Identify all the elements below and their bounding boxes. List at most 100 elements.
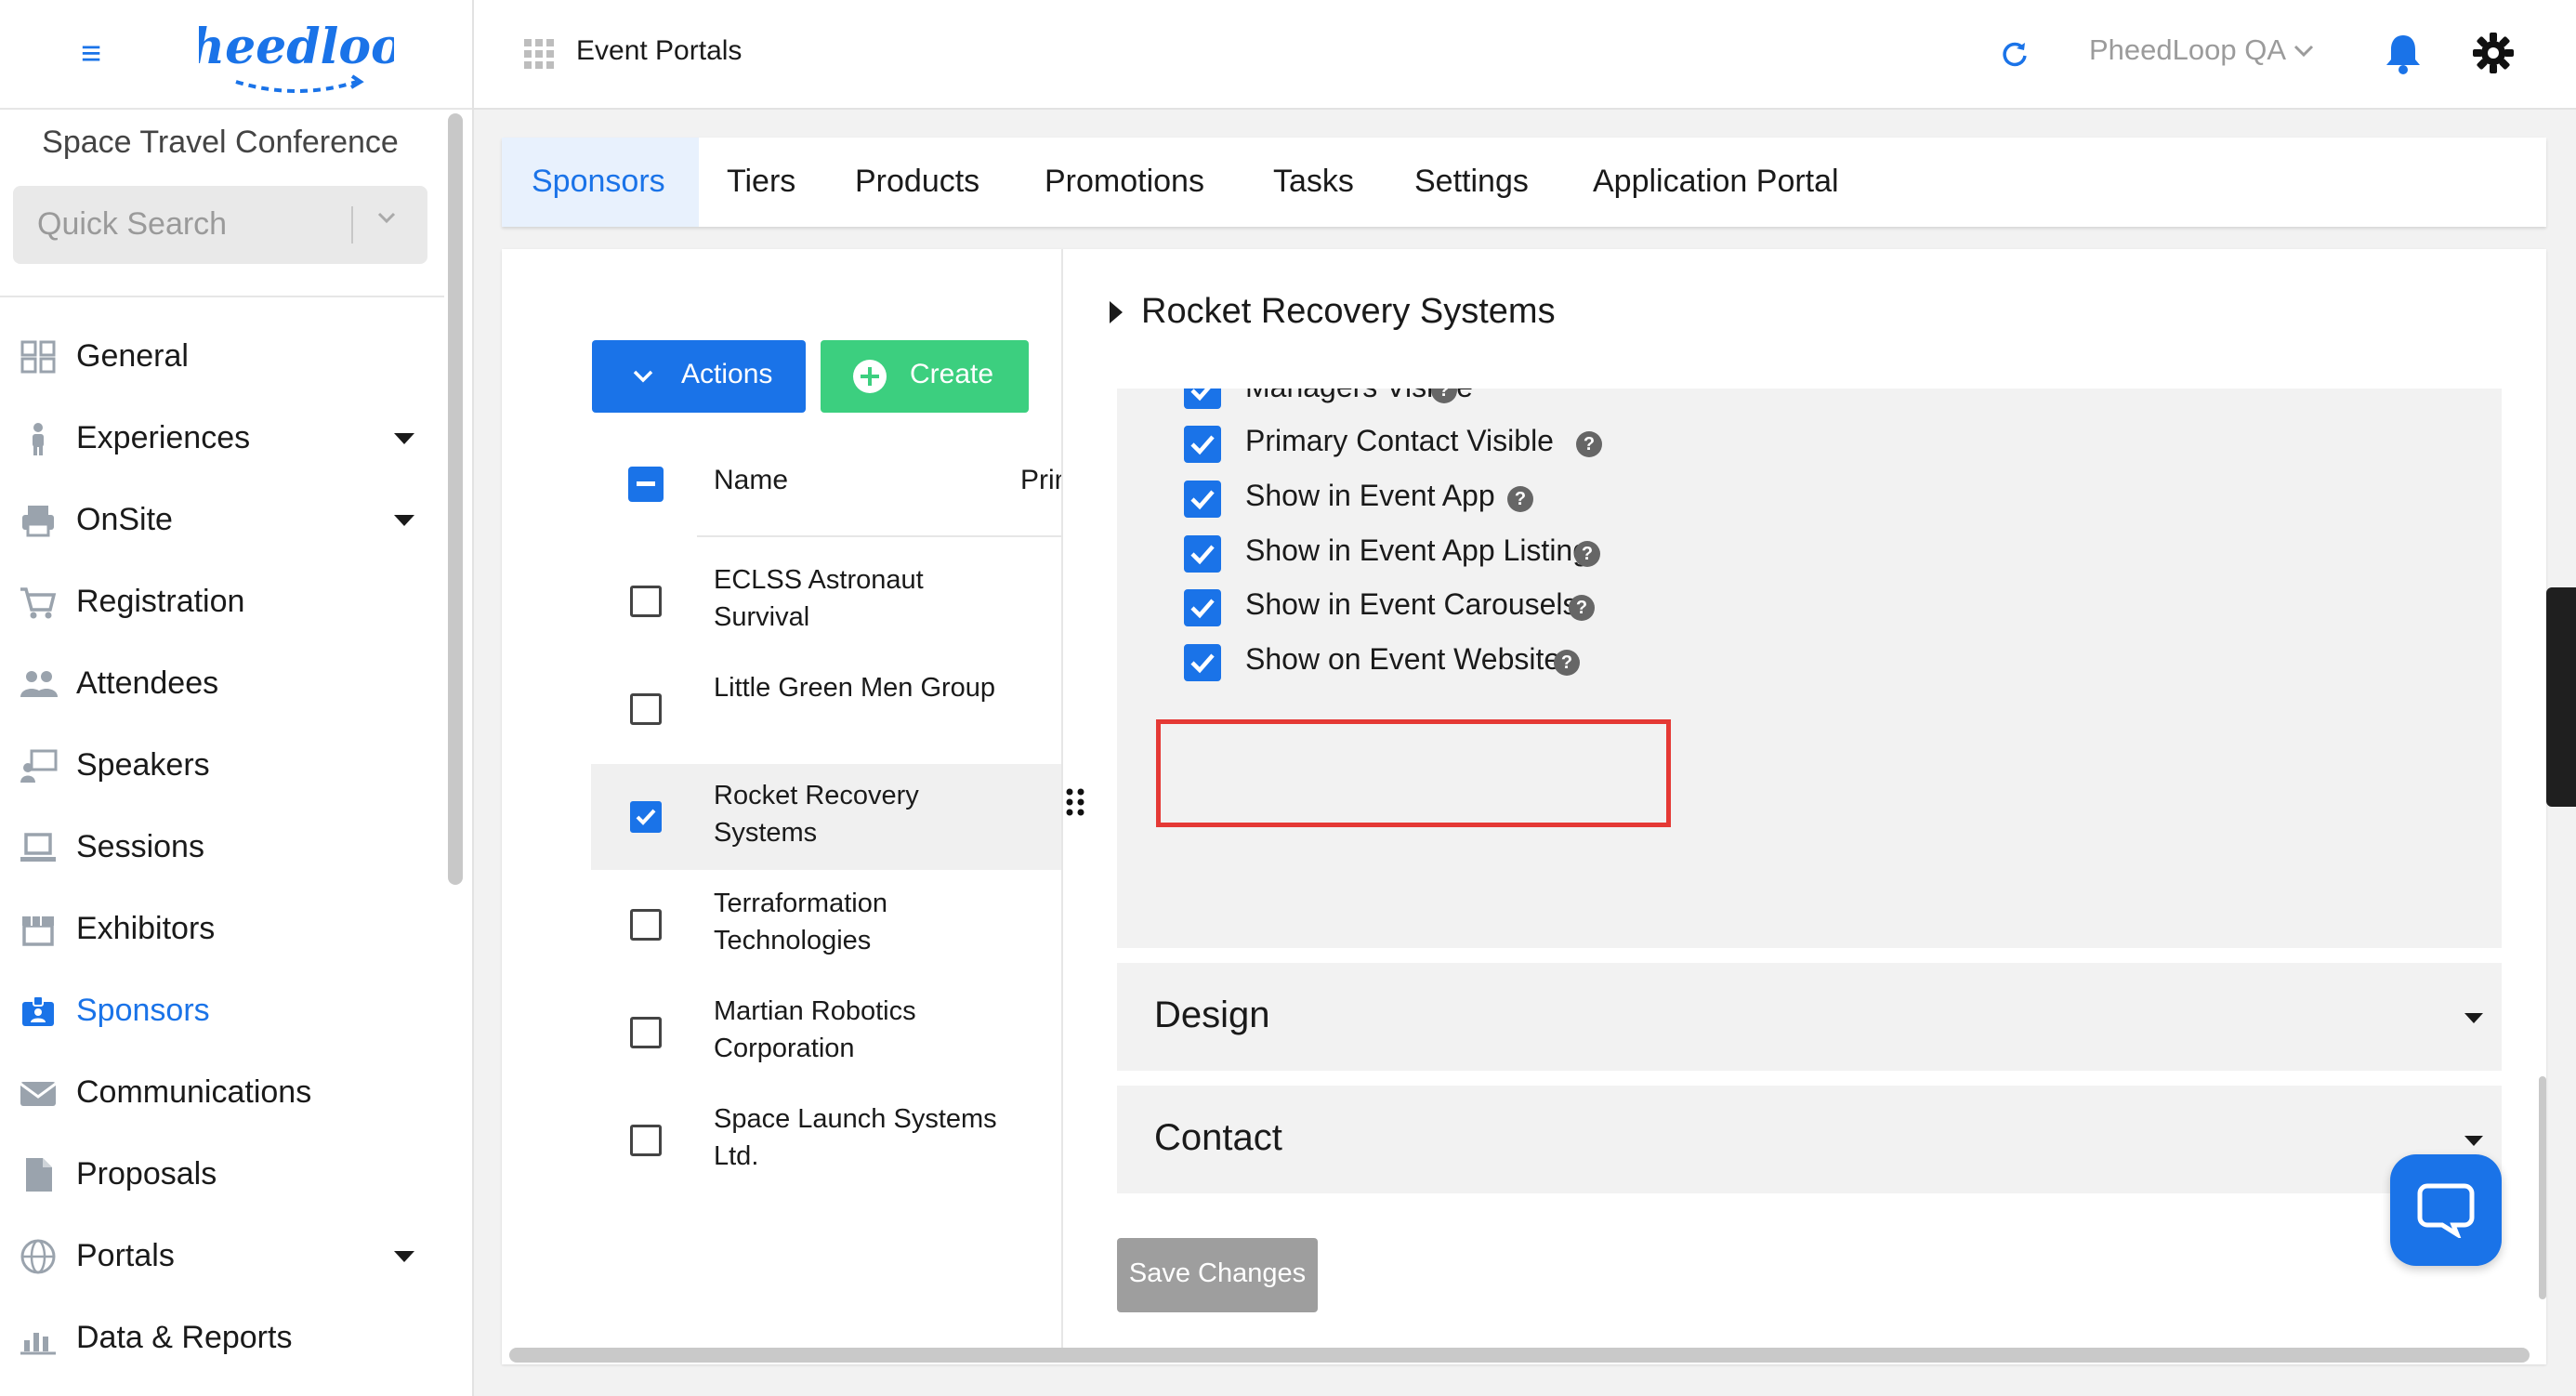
gear-icon[interactable] bbox=[2472, 32, 2515, 74]
indeterminate-dash bbox=[637, 481, 655, 486]
sidebar-item-label: Sessions bbox=[76, 829, 204, 864]
setting-checkbox[interactable] bbox=[1184, 481, 1221, 518]
tab-tiers[interactable]: Tiers bbox=[727, 164, 795, 200]
sidebar-item-label: Attendees bbox=[76, 665, 219, 701]
sidebar-item-label: Experiences bbox=[76, 420, 251, 455]
checkmark-icon bbox=[1190, 435, 1215, 455]
caret-down-icon bbox=[2464, 1136, 2483, 1146]
setting-checkbox[interactable] bbox=[1184, 644, 1221, 681]
create-button[interactable]: Create bbox=[821, 340, 1029, 413]
sidebar-item-portals[interactable]: Portals bbox=[0, 1219, 444, 1294]
cart-icon bbox=[20, 587, 57, 619]
tab-products[interactable]: Products bbox=[855, 164, 979, 200]
sidebar-item-experiences[interactable]: Experiences bbox=[0, 402, 444, 476]
laptop-icon bbox=[20, 833, 56, 862]
hamburger-menu-icon[interactable]: ≡ bbox=[72, 35, 110, 72]
row-checkbox[interactable] bbox=[630, 693, 662, 725]
sidebar-item-label: Data & Reports bbox=[76, 1320, 293, 1355]
pane-divider[interactable] bbox=[1061, 249, 1063, 1348]
help-icon[interactable]: ? bbox=[1576, 431, 1602, 457]
sponsor-tabs: Sponsors Tiers Products Promotions Tasks… bbox=[502, 138, 2546, 227]
section-design[interactable]: Design bbox=[1117, 963, 2502, 1071]
event-name: Space Travel Conference bbox=[42, 125, 399, 160]
vertical-scrollbar[interactable] bbox=[2539, 1076, 2546, 1299]
sidebar: ≡ pheedloop Space Travel Conference Quic… bbox=[0, 0, 474, 1396]
horizontal-scrollbar[interactable] bbox=[509, 1348, 2530, 1363]
help-icon[interactable]: ? bbox=[1574, 541, 1600, 567]
tab-sponsors[interactable]: Sponsors bbox=[532, 164, 665, 200]
checkmark-icon bbox=[1190, 389, 1211, 402]
checkmark-icon bbox=[1190, 599, 1215, 619]
column-header-primary[interactable]: Prim bbox=[1020, 465, 1061, 496]
tab-application-portal[interactable]: Application Portal bbox=[1593, 164, 1839, 200]
sidebar-item-sponsors[interactable]: Sponsors bbox=[0, 974, 444, 1048]
sponsor-row[interactable]: Space Launch Systems Ltd. bbox=[591, 1087, 1061, 1193]
help-icon[interactable]: ? bbox=[1554, 650, 1580, 676]
drag-handle-icon[interactable] bbox=[1063, 786, 1087, 818]
sidebar-item-label: Registration bbox=[76, 584, 245, 619]
search-separator bbox=[351, 206, 353, 244]
top-bar: Event Portals PheedLoop QA bbox=[474, 0, 2576, 110]
quick-search-input[interactable]: Quick Search bbox=[13, 186, 427, 264]
row-checkbox[interactable] bbox=[630, 586, 662, 617]
chat-button[interactable] bbox=[2390, 1154, 2502, 1266]
setting-checkbox[interactable] bbox=[1184, 589, 1221, 626]
sponsor-row[interactable]: ECLSS Astronaut Survival bbox=[591, 548, 1061, 654]
bell-icon[interactable] bbox=[2383, 32, 2424, 74]
sponsor-row[interactable]: Rocket Recovery Systems bbox=[591, 764, 1061, 870]
quick-search-placeholder: Quick Search bbox=[37, 206, 228, 242]
save-changes-button[interactable]: Save Changes bbox=[1117, 1238, 1318, 1312]
people-icon bbox=[20, 671, 58, 697]
tab-settings[interactable]: Settings bbox=[1414, 164, 1529, 200]
sidebar-item-attendees[interactable]: Attendees bbox=[0, 647, 444, 721]
caret-down-icon[interactable] bbox=[394, 515, 414, 526]
sidebar-item-sessions[interactable]: Sessions bbox=[0, 810, 444, 885]
sidebar-scrollbar[interactable] bbox=[448, 113, 463, 885]
sidebar-header: ≡ pheedloop bbox=[0, 0, 472, 110]
sidebar-item-registration[interactable]: Registration bbox=[0, 565, 444, 639]
mail-icon bbox=[20, 1082, 57, 1106]
checkmark-icon bbox=[1190, 545, 1215, 565]
actions-button[interactable]: Actions bbox=[592, 340, 806, 413]
sidebar-item-communications[interactable]: Communications bbox=[0, 1056, 444, 1130]
help-icon[interactable]: ? bbox=[1507, 486, 1533, 512]
row-checkbox[interactable] bbox=[630, 909, 662, 941]
setting-checkbox[interactable] bbox=[1184, 426, 1221, 463]
setting-checkbox[interactable] bbox=[1184, 389, 1221, 409]
caret-down-icon[interactable] bbox=[394, 433, 414, 444]
sidebar-item-exhibitors[interactable]: Exhibitors bbox=[0, 892, 444, 967]
tab-tasks[interactable]: Tasks bbox=[1273, 164, 1354, 200]
pheedloop-logo[interactable]: pheedloop bbox=[199, 7, 394, 100]
sidebar-item-onsite[interactable]: OnSite bbox=[0, 483, 444, 558]
sidebar-item-proposals[interactable]: Proposals bbox=[0, 1138, 444, 1212]
apps-grid-icon[interactable] bbox=[522, 37, 556, 71]
refresh-icon[interactable] bbox=[1998, 37, 2031, 71]
help-icon[interactable]: ? bbox=[1569, 595, 1595, 621]
badge-icon bbox=[22, 995, 54, 1026]
setting-checkbox[interactable] bbox=[1184, 535, 1221, 573]
chevron-down-icon[interactable] bbox=[2290, 37, 2318, 65]
sidebar-item-speakers[interactable]: Speakers bbox=[0, 729, 444, 803]
sponsor-row[interactable]: Terraformation Technologies bbox=[591, 872, 1061, 978]
sponsor-row[interactable]: Martian Robotics Corporation bbox=[591, 980, 1061, 1086]
caret-down-icon[interactable] bbox=[394, 1251, 414, 1262]
chevron-down-icon[interactable] bbox=[372, 203, 401, 232]
column-header-name[interactable]: Name bbox=[714, 465, 788, 496]
tab-promotions[interactable]: Promotions bbox=[1045, 164, 1204, 200]
org-switcher[interactable]: PheedLoop QA bbox=[2089, 33, 2286, 67]
plus-circle-icon bbox=[853, 360, 887, 393]
sidebar-item-general[interactable]: General bbox=[0, 320, 444, 394]
section-contact[interactable]: Contact bbox=[1117, 1086, 2502, 1193]
checkmark-icon bbox=[1190, 653, 1215, 674]
header-divider bbox=[697, 535, 1061, 537]
sponsor-detail-title[interactable]: Rocket Recovery Systems bbox=[1141, 292, 1556, 332]
row-checkbox[interactable] bbox=[630, 1017, 662, 1048]
feedback-tab[interactable] bbox=[2546, 587, 2576, 807]
row-checkbox[interactable] bbox=[630, 801, 662, 833]
row-checkbox[interactable] bbox=[630, 1125, 662, 1156]
caret-right-icon[interactable] bbox=[1110, 301, 1123, 323]
sidebar-item-data-reports[interactable]: Data & Reports bbox=[0, 1301, 444, 1376]
sponsor-row[interactable]: Little Green Men Group bbox=[591, 656, 1061, 762]
select-all-checkbox[interactable] bbox=[628, 467, 664, 502]
sidebar-item-label: Proposals bbox=[76, 1156, 217, 1192]
